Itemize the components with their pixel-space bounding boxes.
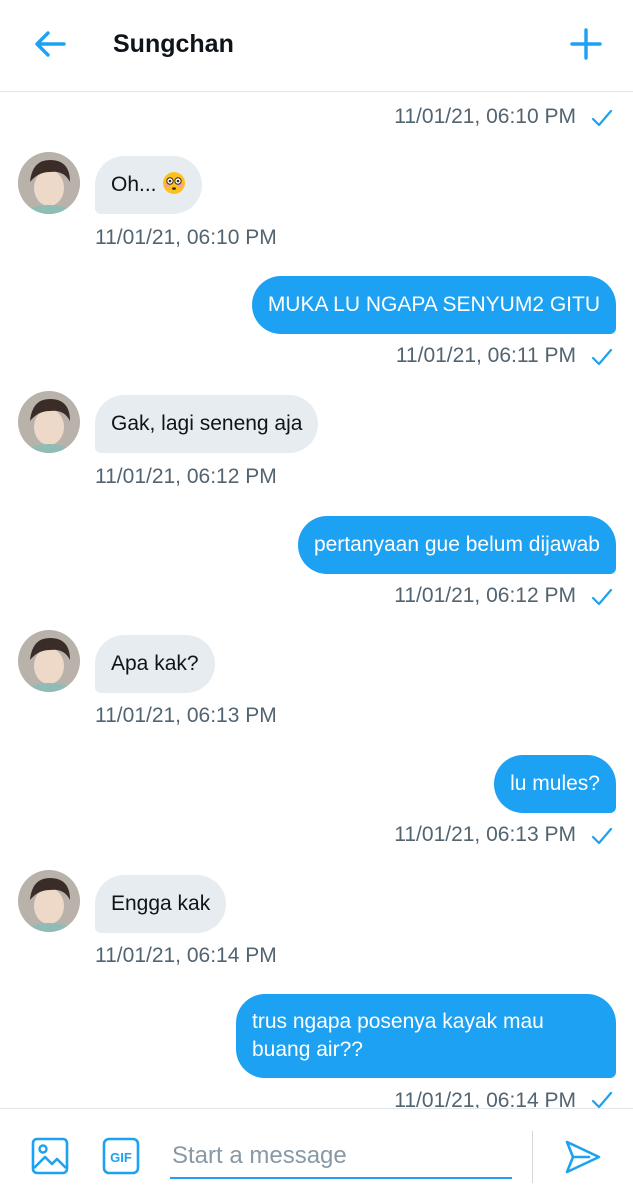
image-icon bbox=[31, 1137, 69, 1175]
send-button[interactable] bbox=[563, 1137, 603, 1177]
incoming-message-bubble[interactable]: Gak, lagi seneng aja bbox=[95, 395, 319, 453]
outgoing-message-bubble[interactable]: lu mules? bbox=[494, 755, 616, 813]
conversation-header: Sungchan bbox=[0, 0, 633, 92]
message-timestamp: 11/01/21, 06:12 PM bbox=[95, 465, 277, 488]
message-timestamp: 11/01/21, 06:13 PM bbox=[394, 823, 576, 846]
message-timestamp: 11/01/21, 06:13 PM bbox=[95, 704, 277, 727]
message-timestamp: 11/01/21, 06:12 PM bbox=[394, 584, 576, 607]
message-input[interactable] bbox=[170, 1135, 512, 1179]
avatar-photo bbox=[18, 152, 80, 214]
read-check-icon bbox=[591, 109, 613, 127]
incoming-message-bubble[interactable]: Engga kak bbox=[95, 875, 227, 933]
message-timestamp: 11/01/21, 06:14 PM bbox=[394, 1089, 576, 1108]
message-timestamp: 11/01/21, 06:11 PM bbox=[395, 344, 576, 367]
plus-icon bbox=[570, 28, 602, 60]
message-text: Oh... bbox=[111, 173, 163, 196]
avatar[interactable] bbox=[18, 152, 80, 214]
message-list[interactable]: 11/01/21, 06:10 PM Oh... 11/01/21, 06:10… bbox=[0, 93, 633, 1108]
back-button[interactable] bbox=[30, 26, 70, 62]
avatar-photo bbox=[18, 870, 80, 932]
composer-divider bbox=[532, 1131, 533, 1183]
outgoing-message-bubble[interactable]: pertanyaan gue belum dijawab bbox=[297, 516, 616, 574]
outgoing-message-bubble[interactable]: trus ngapa posenya kayak mau buang air?? bbox=[236, 994, 616, 1078]
avatar-photo bbox=[18, 391, 80, 453]
send-icon bbox=[565, 1140, 601, 1174]
avatar[interactable] bbox=[18, 391, 80, 453]
message-composer: GIF bbox=[0, 1108, 633, 1200]
message-timestamp: 11/01/21, 06:10 PM bbox=[95, 226, 277, 249]
add-media-button[interactable] bbox=[30, 1136, 70, 1176]
avatar[interactable] bbox=[18, 870, 80, 932]
read-check-icon bbox=[591, 588, 613, 606]
avatar-photo bbox=[18, 630, 80, 692]
incoming-message-bubble[interactable]: Apa kak? bbox=[95, 635, 215, 693]
gif-button[interactable]: GIF bbox=[101, 1136, 141, 1176]
avatar[interactable] bbox=[18, 630, 80, 692]
new-message-button[interactable] bbox=[566, 26, 606, 62]
arrow-left-icon bbox=[35, 31, 66, 57]
read-check-icon bbox=[591, 1091, 613, 1108]
message-timestamp: 11/01/21, 06:14 PM bbox=[95, 944, 277, 967]
flushed-face-emoji bbox=[163, 172, 186, 194]
conversation-title[interactable]: Sungchan bbox=[113, 30, 234, 59]
message-timestamp: 11/01/21, 06:10 PM bbox=[394, 105, 576, 128]
read-check-icon bbox=[591, 827, 613, 845]
dm-conversation-screen: Sungchan 11/01/21, 06:10 PM Oh... 11/01/… bbox=[0, 0, 633, 1200]
outgoing-message-bubble[interactable]: MUKA LU NGAPA SENYUM2 GITU bbox=[251, 276, 616, 334]
gif-icon: GIF bbox=[102, 1137, 140, 1175]
read-check-icon bbox=[591, 348, 613, 366]
gif-label: GIF bbox=[110, 1150, 132, 1165]
incoming-message-bubble[interactable]: Oh... bbox=[95, 156, 203, 214]
